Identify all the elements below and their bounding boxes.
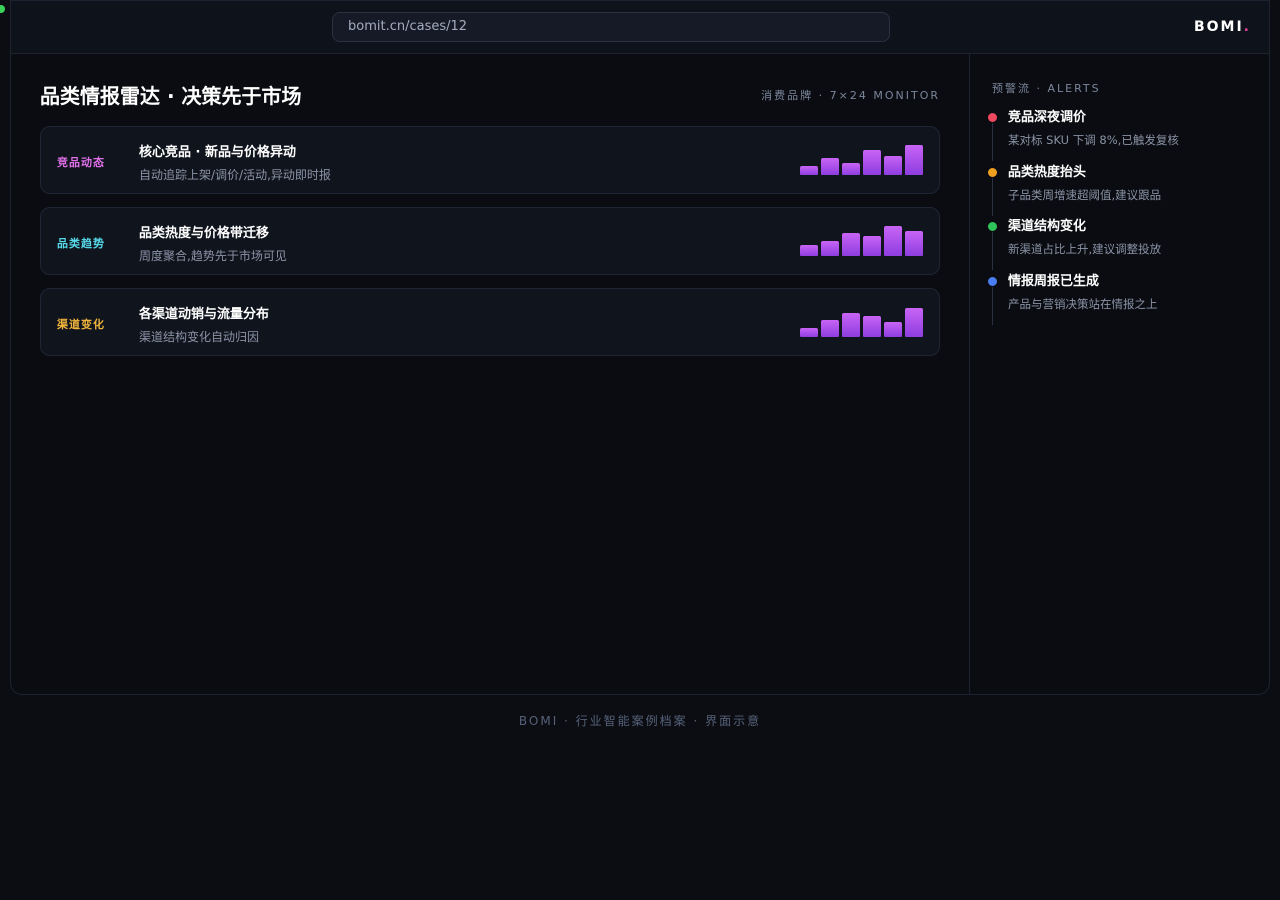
alert-desc: 某对标 SKU 下调 8%,已触发复核	[1008, 133, 1179, 147]
alert-title: 渠道结构变化	[1008, 219, 1087, 234]
card-list: 竞品动态 核心竞品 · 新品与价格异动 自动追踪上架/调价/活动,异动即时报 品…	[40, 126, 940, 369]
alert-item[interactable]: 竞品深夜调价 某对标 SKU 下调 8%,已触发复核	[988, 110, 1259, 165]
alert-title: 情报周报已生成	[1008, 273, 1100, 289]
timeline-line	[992, 286, 993, 325]
page-title: 品类情报雷达 · 决策先于市场	[40, 84, 302, 108]
footer-caption: BOMI · 行业智能案例档案 · 界面示意	[518, 714, 762, 728]
mini-bar	[884, 322, 902, 337]
card-title: 各渠道动销与流量分布	[139, 307, 270, 322]
mini-bar	[905, 231, 923, 256]
mini-bar	[821, 158, 839, 175]
app-window: bomit.cn/cases/12 BOMI. 品类情报雷达 · 决策先于市场 …	[10, 0, 1270, 695]
sidebar-header: 预警流 · ALERTS	[992, 82, 1101, 95]
top-bar: bomit.cn/cases/12 BOMI.	[11, 0, 1269, 54]
mini-bar-chart	[797, 145, 923, 175]
card-tag: 竞品动态	[57, 156, 105, 169]
brand-logo[interactable]: BOMI.	[1194, 19, 1251, 35]
url-bar[interactable]: bomit.cn/cases/12	[332, 12, 890, 42]
alert-dot	[988, 113, 997, 122]
mini-bar	[842, 233, 860, 256]
mini-bar-chart	[797, 226, 923, 256]
card-desc: 渠道结构变化自动归因	[139, 330, 260, 344]
alert-title: 品类热度抬头	[1008, 164, 1087, 180]
mini-bar-chart	[797, 307, 923, 337]
mini-bar	[863, 236, 881, 256]
card-desc: 周度聚合,趋势先于市场可见	[139, 249, 287, 263]
alert-desc: 产品与营销决策站在情报之上	[1008, 296, 1158, 311]
alert-dot	[988, 276, 997, 286]
main-panel: 品类情报雷达 · 决策先于市场 消费品牌 · 7×24 MONITOR 竞品动态…	[11, 54, 969, 694]
mini-bar	[800, 166, 818, 175]
timeline-line	[992, 177, 993, 216]
card-title: 品类热度与价格带迁移	[139, 226, 270, 241]
mini-bar	[863, 150, 881, 175]
card-competitor[interactable]: 竞品动态 核心竞品 · 新品与价格异动 自动追踪上架/调价/活动,异动即时报	[40, 126, 940, 194]
mini-bar	[842, 163, 860, 175]
card-channel[interactable]: 渠道变化 各渠道动销与流量分布 渠道结构变化自动归因	[40, 288, 940, 356]
card-category[interactable]: 品类趋势 品类热度与价格带迁移 周度聚合,趋势先于市场可见	[40, 207, 940, 275]
timeline-line	[992, 123, 993, 161]
mini-bar	[800, 245, 818, 256]
mini-bar	[842, 313, 860, 337]
mini-bar	[884, 156, 902, 175]
alert-item[interactable]: 情报周报已生成 产品与营销决策站在情报之上	[988, 274, 1259, 329]
timeline-line	[992, 232, 993, 270]
alert-dot	[988, 167, 997, 177]
page-meta: 消费品牌 · 7×24 MONITOR	[761, 89, 940, 102]
url-text: bomit.cn/cases/12	[348, 19, 468, 34]
alert-title: 竞品深夜调价	[1008, 110, 1087, 125]
alert-item[interactable]: 渠道结构变化 新渠道占比上升,建议调整投放	[988, 219, 1259, 274]
alerts-sidebar: 预警流 · ALERTS 竞品深夜调价 某对标 SKU 下调 8%,已触发复核 …	[969, 54, 1269, 694]
mini-bar	[863, 316, 881, 337]
card-desc: 自动追踪上架/调价/活动,异动即时报	[139, 168, 331, 182]
alert-desc: 子品类周增速超阈值,建议跟品	[1008, 187, 1162, 202]
status-dot	[0, 5, 5, 13]
alert-desc: 新渠道占比上升,建议调整投放	[1008, 242, 1162, 256]
alert-dot	[988, 222, 997, 231]
card-tag: 渠道变化	[57, 318, 105, 331]
mini-bar	[800, 328, 818, 337]
mini-bar	[905, 145, 923, 175]
brand-dot: .	[1243, 19, 1251, 35]
alert-list: 竞品深夜调价 某对标 SKU 下调 8%,已触发复核 品类热度抬头 子品类周增速…	[988, 110, 1259, 328]
brand-name: BOMI	[1193, 19, 1244, 35]
mini-bar	[884, 226, 902, 256]
mini-bar	[821, 241, 839, 256]
card-tag: 品类趋势	[57, 237, 105, 250]
mini-bar	[821, 320, 839, 337]
card-title: 核心竞品 · 新品与价格异动	[139, 145, 296, 160]
mini-bar	[905, 308, 923, 337]
alert-item[interactable]: 品类热度抬头 子品类周增速超阈值,建议跟品	[988, 165, 1259, 220]
